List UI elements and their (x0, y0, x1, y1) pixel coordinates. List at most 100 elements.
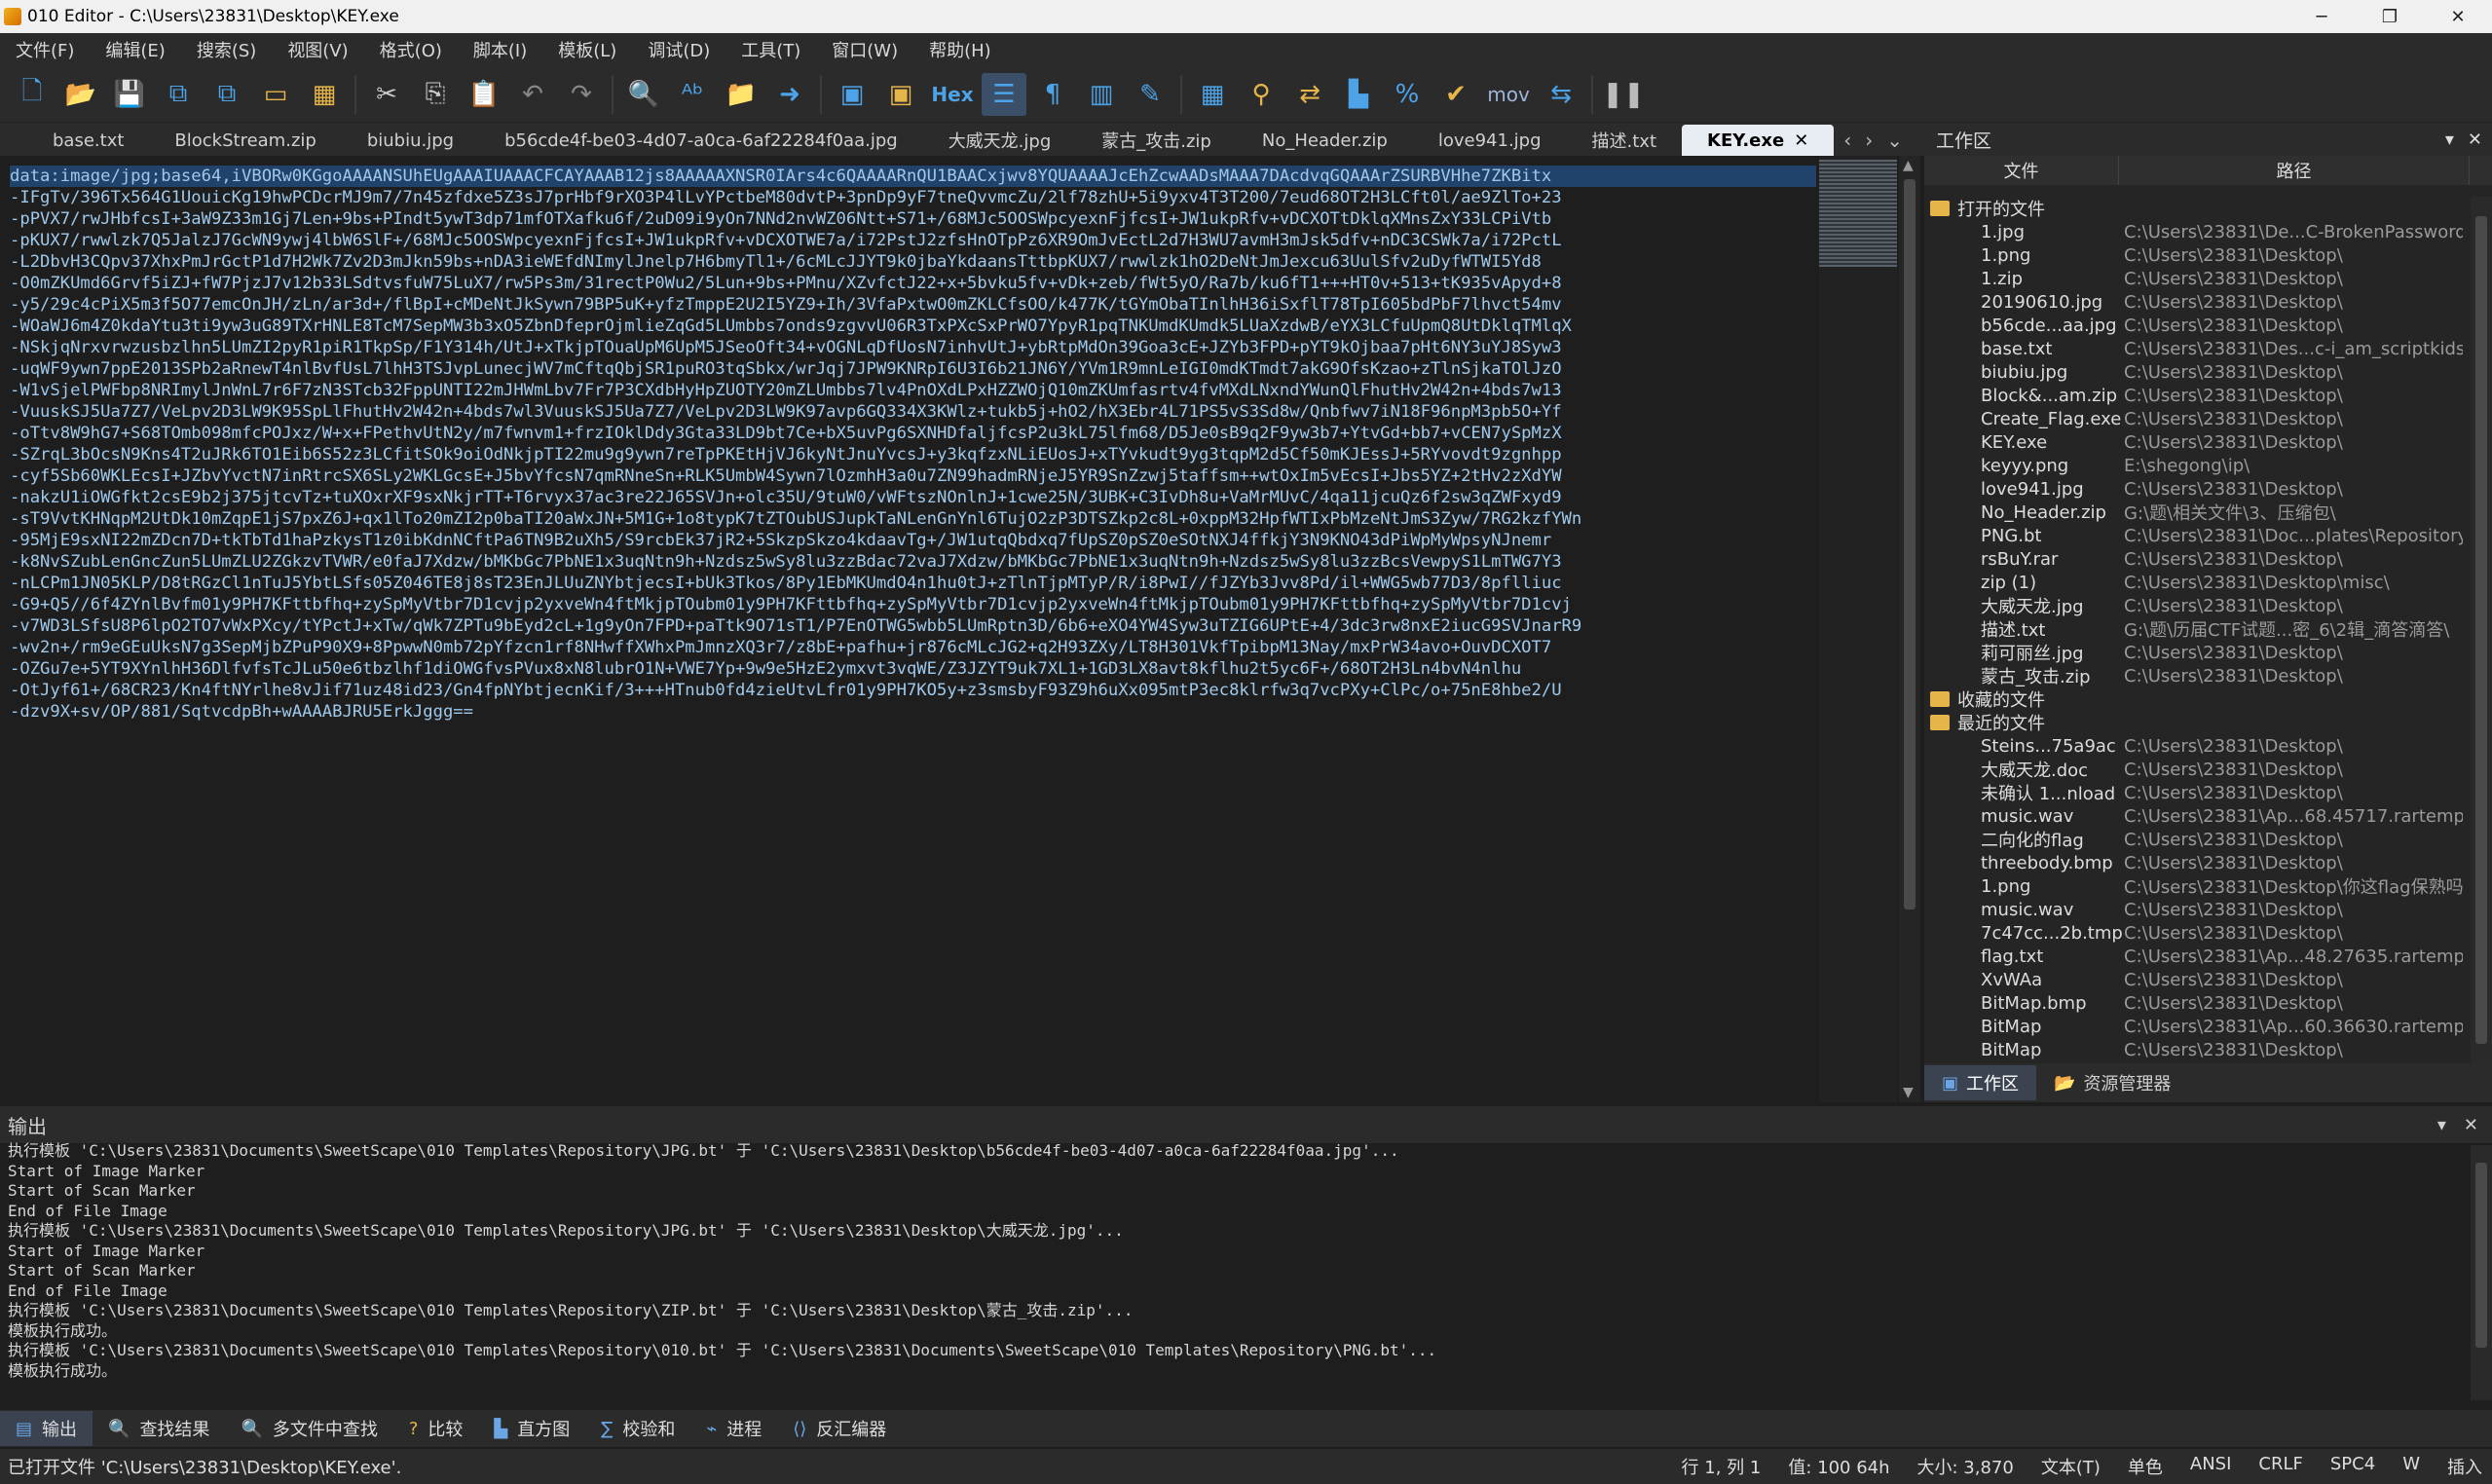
file-tab[interactable]: love941.jpg (1413, 125, 1567, 156)
workspace-file-row[interactable]: biubiu.jpg C:\Users\23831\Desktop\ (1924, 360, 2470, 384)
workspace-file-row[interactable]: 1.png C:\Users\23831\Desktop\ (1924, 243, 2470, 267)
workspace-file-row[interactable]: Steins...75a9ac C:\Users\23831\Desktop\ (1924, 734, 2470, 758)
workspace-file-row[interactable]: 1.zip C:\Users\23831\Desktop\ (1924, 267, 2470, 290)
base-converter-icon[interactable]: ⇆ (1539, 73, 1583, 116)
workspace-group[interactable]: 收藏的文件 (1924, 687, 2470, 711)
menu-view[interactable]: 视图(V) (272, 37, 363, 62)
file-tab-active[interactable]: KEY.exe ✕ (1682, 125, 1835, 156)
workspace-file-row[interactable]: flag.txt C:\Users\23831\Ap...48.27635.rar… (1924, 945, 2470, 968)
tab-output[interactable]: ▤ 输出 (0, 1411, 93, 1446)
paste-icon[interactable]: 📋 (462, 73, 506, 116)
workspace-file-row[interactable]: 7c47cc...2b.tmp C:\Users\23831\Desktop\ (1924, 921, 2470, 945)
menu-window[interactable]: 窗口(W) (816, 37, 913, 62)
redo-icon[interactable]: ↷ (559, 73, 604, 116)
columns-icon[interactable]: ▥ (1079, 73, 1124, 116)
workspace-file-row[interactable]: Create_Flag.exe C:\Users\23831\Desktop\ (1924, 407, 2470, 430)
tab-compare[interactable]: ? 比较 (393, 1411, 479, 1446)
editor-line[interactable]: -O0mZKUmd6Grvf5iZJ+fW7PjzJ7v12b33LSdtvsf… (10, 273, 1816, 294)
text-editor[interactable]: data:image/jpg;base64,iVBORw0KGgoAAAANSU… (0, 156, 1816, 1102)
editor-line[interactable]: -dzv9X+sv/OP/881/SqtvcdpBh+wAAAABJRU5Erk… (10, 701, 1816, 723)
open-file-icon[interactable]: 📂 (58, 73, 103, 116)
save-as-icon[interactable]: ⧉ (156, 73, 201, 116)
menu-scripts[interactable]: 脚本(I) (458, 37, 542, 62)
replace-icon[interactable]: ᴬᵇ (670, 73, 715, 116)
menu-debug[interactable]: 调试(D) (632, 37, 725, 62)
cut-icon[interactable]: ✂ (364, 73, 409, 116)
pause-icon[interactable]: ❚❚ (1601, 73, 1646, 116)
goto-icon[interactable]: ➜ (767, 73, 812, 116)
maximize-button[interactable]: ❐ (2356, 0, 2424, 33)
editor-line[interactable]: -NSkjqNrxvrwzusbzlhn5LUmZI2pyR1piR1TkpSp… (10, 337, 1816, 358)
workspace-file-row[interactable]: 大威天龙.jpg C:\Users\23831\Desktop\ (1924, 594, 2470, 618)
status-char[interactable]: 单色 (2128, 1454, 2163, 1479)
editor-line[interactable]: -sT9VvtKHNqpM2UtDk10mZqpE1jS7pxZ6J+qx1lT… (10, 508, 1816, 530)
editor-line[interactable]: -uqWF9ywn7ppE2013SPb2aRnewT4nlBvfUsL7lhH… (10, 358, 1816, 380)
menu-file[interactable]: 文件(F) (0, 37, 90, 62)
panel-menu-icon[interactable]: ▾ (2437, 1115, 2446, 1135)
status-encoding[interactable]: ANSI (2190, 1454, 2232, 1479)
editor-line[interactable]: data:image/jpg;base64,iVBORw0KGgoAAAANSU… (10, 166, 1816, 187)
editor-line[interactable]: -wv2n+/rm9eGEuUksN7g3SepMjbZPuP90X9+8Ppw… (10, 637, 1816, 658)
workspace-file-row[interactable]: 二向化的flag C:\Users\23831\Desktop\ (1924, 828, 2470, 852)
tab-explorer[interactable]: 📂 资源管理器 (2036, 1065, 2188, 1100)
tab-prev-icon[interactable]: ‹ (1843, 129, 1851, 152)
workspace-file-row[interactable]: 1.png C:\Users\23831\Desktop\你这flag保熟吗\ (1924, 874, 2470, 899)
histogram-icon[interactable]: ▙ (1336, 73, 1381, 116)
status-position[interactable]: 行 1, 列 1 (1682, 1454, 1762, 1479)
panel-close-icon[interactable]: ✕ (2468, 130, 2482, 150)
workspace-file-row[interactable]: keyyy.png E:\shegong\ip\ (1924, 454, 2470, 477)
editor-line[interactable]: -cyf5Sb60WKLEcsI+JZbvYvctN7inRtrcSX6SLy2… (10, 465, 1816, 487)
workspace-file-row[interactable]: music.wav C:\Users\23831\Ap...68.45717.ra… (1924, 804, 2470, 828)
tab-list-icon[interactable]: ⌄ (1886, 129, 1903, 152)
scrollbar-thumb[interactable] (2475, 216, 2487, 1044)
file-tab[interactable]: base.txt (0, 125, 149, 156)
workspace-file-row[interactable]: BitMap.bmp C:\Users\23831\Desktop\ (1924, 991, 2470, 1015)
column-header-file[interactable]: 文件 (1924, 156, 2119, 185)
tab-find-results[interactable]: 🔍 查找结果 (93, 1411, 225, 1446)
column-header-path[interactable]: 路径 (2119, 156, 2470, 185)
workspace-group[interactable]: 打开的文件 (1924, 197, 2470, 220)
undo-icon[interactable]: ↶ (510, 73, 555, 116)
menu-edit[interactable]: 编辑(E) (90, 37, 180, 62)
editor-minimap[interactable] (1819, 156, 1897, 1102)
close-window-button[interactable]: ✕ (2424, 0, 2492, 33)
workspace-icon[interactable]: ▦ (302, 73, 347, 116)
editor-line[interactable]: -y5/29c4cPiX5m3f5O77emcOnJH/zLn/ar3d+/fl… (10, 294, 1816, 315)
workspace-file-row[interactable]: rsBuY.rar C:\Users\23831\Desktop\ (1924, 547, 2470, 571)
workspace-file-row[interactable]: KEY.exe C:\Users\23831\Desktop\ (1924, 430, 2470, 454)
close-tab-icon[interactable]: ✕ (1794, 130, 1808, 151)
panel-menu-icon[interactable]: ▾ (2445, 130, 2454, 150)
hex-mode-button[interactable]: Hex (927, 73, 978, 116)
workspace-file-row[interactable]: zip (1) C:\Users\23831\Desktop\misc\ (1924, 571, 2470, 594)
workspace-file-row[interactable]: 描述.txt G:\题\历届CTF试题...密_6\2辑_滴答滴答\ (1924, 617, 2470, 641)
status-mode[interactable]: 文本(T) (2041, 1454, 2101, 1479)
scrollbar-thumb[interactable] (2475, 1163, 2487, 1348)
editor-line[interactable]: -OZGu7e+5YT9XYnlhH36DlfvfsTcJLu50e6tbzlh… (10, 658, 1816, 680)
scrollbar-thumb[interactable] (1904, 179, 1915, 909)
file-tab[interactable]: 描述.txt (1567, 125, 1683, 156)
editor-line[interactable]: -W1vSjelPWFbp8NRImylJnWnL7r6F7zN3STcb32F… (10, 380, 1816, 401)
editor-line[interactable]: -VuuskSJ5Ua7Z7/VeLpv2D3LW9K95SpLlFhutHv2… (10, 401, 1816, 423)
editor-line[interactable]: -L2DbvH3CQpv37XhxPmJrGctP1d7H2Wk7Zv2D3mJ… (10, 251, 1816, 273)
file-tab[interactable]: No_Header.zip (1237, 125, 1413, 156)
lookup-icon[interactable]: ⚲ (1239, 73, 1283, 116)
highlight-icon[interactable]: ✎ (1128, 73, 1172, 116)
workspace-file-row[interactable]: 大威天龙.doc C:\Users\23831\Desktop\ (1924, 758, 2470, 782)
disassembler-button[interactable]: mov (1482, 73, 1535, 116)
percent-icon[interactable]: % (1385, 73, 1430, 116)
tab-find-in-files[interactable]: 🔍 多文件中查找 (225, 1411, 392, 1446)
workspace-file-row[interactable]: 1.jpg C:\Users\23831\De...C-BrokenPasswor… (1924, 220, 2470, 243)
run-script-icon[interactable]: ▣ (830, 73, 874, 116)
editor-line[interactable]: -95MjE9sxNI22mZDcn7D+tkTbTd1haPzkysT1z0i… (10, 530, 1816, 551)
output-log[interactable]: 执行模板 'C:\Users\23831\Documents\SweetScap… (8, 1141, 1436, 1381)
workspace-file-row[interactable]: BitMap C:\Users\23831\Ap...60.36630.rarte… (1924, 1015, 2470, 1038)
output-scrollbar[interactable] (2471, 1145, 2492, 1400)
workspace-group[interactable]: 最近的文件 (1924, 711, 2470, 734)
tab-process[interactable]: ⌁ 进程 (690, 1411, 777, 1446)
open-folder-icon[interactable]: ▭ (253, 73, 298, 116)
editor-line[interactable]: -pKUX7/rwwlzk7Q5JalzJ7GcWN9ywj4lbW6SlF+/… (10, 230, 1816, 251)
workspace-file-row[interactable]: No_Header.zip G:\题\相关文件\3、压缩包\ (1924, 501, 2470, 525)
workspace-file-row[interactable]: BitMap C:\Users\23831\Desktop\ (1924, 1038, 2470, 1061)
editor-line[interactable]: -oTtv8W9hG7+S68TOmb098mfcPOJxz/W+x+FPeth… (10, 423, 1816, 444)
status-insert[interactable]: 插入 (2447, 1454, 2482, 1479)
